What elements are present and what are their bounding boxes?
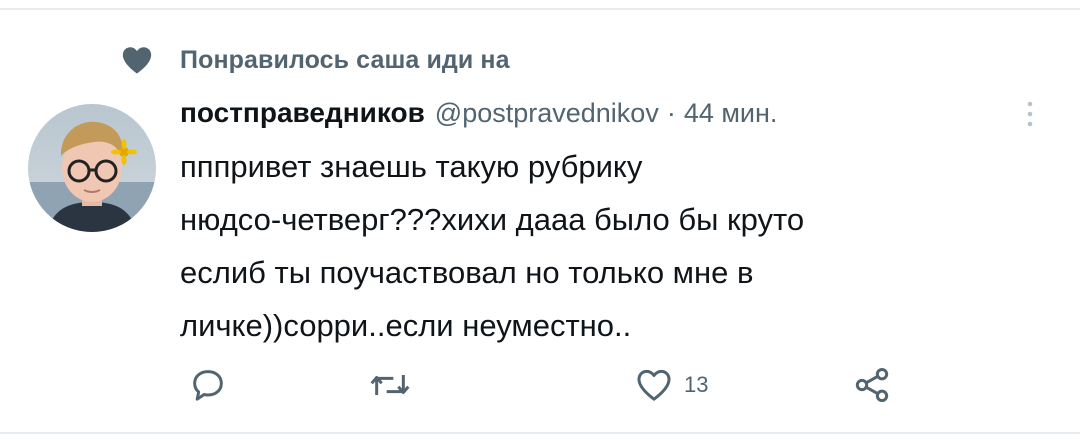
reply-icon xyxy=(193,370,223,401)
share-icon xyxy=(855,368,889,402)
avatar[interactable] xyxy=(28,104,156,232)
more-options-icon[interactable] xyxy=(1018,97,1042,131)
tweet-text-line: нюдсо-четверг???хихи дааа было бы круто xyxy=(180,202,805,237)
tweet-header: постправедников @postpravednikov · 44 ми… xyxy=(180,93,777,133)
meta-separator: · xyxy=(666,97,676,128)
social-context: Понравилось саша иди на xyxy=(120,40,510,80)
action-bar: 13 xyxy=(0,360,1080,410)
tweet-text-line: личке))сорри..если неуместно.. xyxy=(180,308,632,343)
heart-filled-icon xyxy=(122,47,152,74)
bottom-divider xyxy=(0,432,1080,434)
heart-outline-icon xyxy=(637,369,671,401)
author-handle[interactable]: @postpravednikov xyxy=(435,98,659,129)
retweet-button[interactable] xyxy=(368,360,412,410)
tweet-text-line: еслиб ты поучаствовал но только мне в xyxy=(180,255,754,290)
like-button[interactable]: 13 xyxy=(634,360,708,410)
tweet-timestamp[interactable]: 44 мин. xyxy=(684,98,778,129)
tweet-text: пппривет знаешь такую рубрику нюдсо-четв… xyxy=(180,140,1010,352)
retweet-icon xyxy=(370,375,410,395)
reply-button[interactable] xyxy=(188,360,228,410)
tweet-text-line: пппривет знаешь такую рубрику xyxy=(180,149,643,184)
top-divider xyxy=(0,8,1080,10)
like-count: 13 xyxy=(684,372,709,397)
social-context-text: Понравилось саша иди на xyxy=(180,45,510,74)
author-name[interactable]: постправедников xyxy=(180,97,425,129)
share-button[interactable] xyxy=(852,360,892,410)
